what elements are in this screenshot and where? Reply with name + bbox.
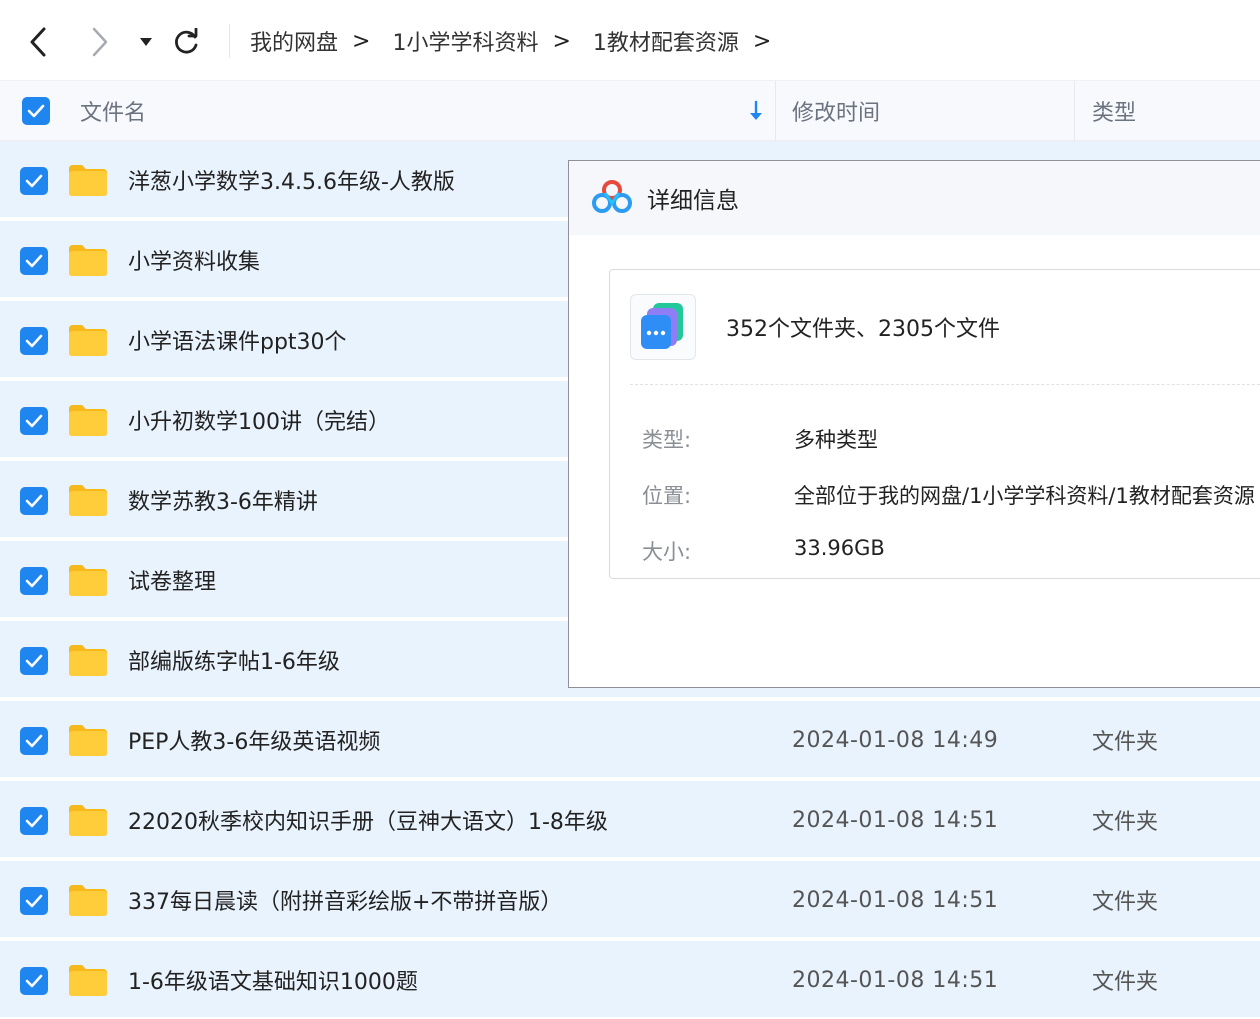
file-modified: 2024-01-08 14:51 (792, 807, 999, 833)
checkmark-icon (27, 104, 45, 118)
refresh-button[interactable] (166, 22, 206, 62)
file-name[interactable]: 小升初数学100讲（完结） (128, 381, 390, 459)
file-type: 文件夹 (1092, 730, 1159, 755)
folder-icon (67, 483, 109, 517)
column-name-label: 文件名 (80, 101, 147, 126)
checkmark-icon (25, 414, 43, 428)
row-checkbox[interactable] (20, 647, 48, 675)
column-header-name[interactable]: 文件名 (80, 81, 146, 141)
folder-icon (67, 643, 109, 677)
checkmark-icon (25, 654, 43, 668)
file-name[interactable]: 洋葱小学数学3.4.5.6年级-人教版 (128, 141, 455, 219)
details-type-value: 多种类型 (794, 428, 878, 452)
folder-icon (67, 883, 109, 917)
breadcrumb-separator: > (352, 28, 371, 54)
breadcrumb-item-current[interactable]: 1教材配套资源 (593, 25, 739, 57)
forward-button[interactable] (80, 22, 120, 62)
file-type: 文件夹 (1092, 970, 1159, 995)
column-modified-label: 修改时间 (792, 101, 881, 126)
file-name[interactable]: 数学苏教3-6年精讲 (128, 461, 318, 539)
row-checkbox[interactable] (20, 967, 48, 995)
details-size-value: 33.96GB (794, 536, 885, 560)
file-modified: 2024-01-08 14:51 (792, 887, 999, 913)
file-name[interactable]: 部编版练字帖1-6年级 (128, 621, 340, 699)
row-checkbox[interactable] (20, 247, 48, 275)
breadcrumb-item-root[interactable]: 我的网盘 (250, 25, 338, 57)
toolbar: 我的网盘 > 1小学学科资料 > 1教材配套资源 > (0, 0, 1260, 81)
checkmark-icon (25, 574, 43, 588)
details-panel-header: 详细信息 (569, 161, 1260, 235)
folder-icon (67, 163, 109, 197)
file-list-header: 文件名 修改时间 类型 (0, 81, 1260, 141)
checkmark-icon (25, 974, 43, 988)
chevron-right-icon (92, 27, 108, 57)
folder-icon (67, 723, 109, 757)
checkmark-icon (25, 334, 43, 348)
file-modified: 2024-01-08 14:51 (792, 967, 999, 993)
folder-icon (67, 243, 109, 277)
breadcrumb-item-subject[interactable]: 1小学学科资料 (392, 25, 538, 57)
checkmark-icon (25, 254, 43, 268)
row-checkbox[interactable] (20, 887, 48, 915)
details-type-label: 类型: (642, 428, 692, 452)
toolbar-divider (229, 24, 230, 58)
file-name[interactable]: 试卷整理 (128, 541, 216, 619)
row-checkbox[interactable] (20, 567, 48, 595)
caret-down-icon (140, 38, 152, 46)
file-name[interactable]: 22020秋季校内知识手册（豆神大语文）1-8年级 (128, 781, 608, 859)
file-row[interactable]: 22020秋季校内知识手册（豆神大语文）1-8年级 2024-01-08 14:5… (0, 781, 1260, 859)
column-header-modified[interactable]: 修改时间 (792, 81, 880, 141)
file-name[interactable]: 小学语法课件ppt30个 (128, 301, 347, 379)
chevron-left-icon (30, 27, 46, 57)
breadcrumb-separator[interactable]: > (753, 29, 771, 54)
details-summary: 352个文件夹、2305个文件 (726, 317, 1000, 342)
checkmark-icon (25, 174, 43, 188)
column-type-label: 类型 (1092, 101, 1137, 126)
row-checkbox[interactable] (20, 407, 48, 435)
file-row[interactable]: 337每日晨读（附拼音彩绘版+不带拼音版） 2024-01-08 14:51 文件夹 (0, 861, 1260, 939)
file-name[interactable]: 1-6年级语文基础知识1000题 (128, 941, 418, 1019)
details-panel: 详细信息 352个文件夹、2305个文件 类型: 多种类型 位置: 全部位于我的… (568, 160, 1260, 688)
folder-icon (67, 963, 109, 997)
file-name[interactable]: PEP人教3-6年级英语视频 (128, 701, 380, 779)
checkmark-icon (25, 734, 43, 748)
baidu-netdisk-logo-icon (591, 179, 633, 215)
row-checkbox[interactable] (20, 167, 48, 195)
details-size-label: 大小: (642, 540, 692, 564)
checkmark-icon (25, 894, 43, 908)
sort-descending-icon[interactable] (746, 99, 766, 123)
details-panel-title: 详细信息 (647, 188, 739, 214)
row-checkbox[interactable] (20, 327, 48, 355)
select-all-checkbox[interactable] (22, 97, 50, 125)
back-button[interactable] (18, 22, 58, 62)
column-divider[interactable] (775, 81, 776, 141)
file-name[interactable]: 小学资料收集 (128, 221, 260, 299)
breadcrumb-separator: > (552, 28, 571, 54)
details-divider (630, 384, 1260, 385)
history-dropdown-button[interactable] (126, 22, 166, 62)
row-checkbox[interactable] (20, 727, 48, 755)
file-row[interactable]: 1-6年级语文基础知识1000题 2024-01-08 14:51 文件夹 (0, 941, 1260, 1019)
file-row[interactable]: PEP人教3-6年级英语视频 2024-01-08 14:49 文件夹 (0, 701, 1260, 779)
multi-file-icon (630, 294, 696, 360)
file-type: 文件夹 (1092, 810, 1159, 835)
file-name[interactable]: 337每日晨读（附拼音彩绘版+不带拼音版） (128, 861, 562, 939)
details-card: 352个文件夹、2305个文件 类型: 多种类型 位置: 全部位于我的网盘/1小… (609, 269, 1260, 579)
column-divider[interactable] (1074, 81, 1075, 141)
breadcrumb: 我的网盘 > 1小学学科资料 > 1教材配套资源 > (250, 24, 793, 58)
file-type: 文件夹 (1092, 890, 1159, 915)
row-checkbox[interactable] (20, 807, 48, 835)
column-header-type[interactable]: 类型 (1092, 81, 1136, 141)
details-location-value: 全部位于我的网盘/1小学学科资料/1教材配套资源 (794, 484, 1255, 508)
row-checkbox[interactable] (20, 487, 48, 515)
checkmark-icon (25, 814, 43, 828)
folder-icon (67, 403, 109, 437)
checkmark-icon (25, 494, 43, 508)
folder-icon (67, 803, 109, 837)
folder-icon (67, 323, 109, 357)
file-modified: 2024-01-08 14:49 (792, 727, 999, 753)
folder-icon (67, 563, 109, 597)
refresh-icon (175, 28, 198, 54)
details-location-label: 位置: (642, 484, 692, 508)
